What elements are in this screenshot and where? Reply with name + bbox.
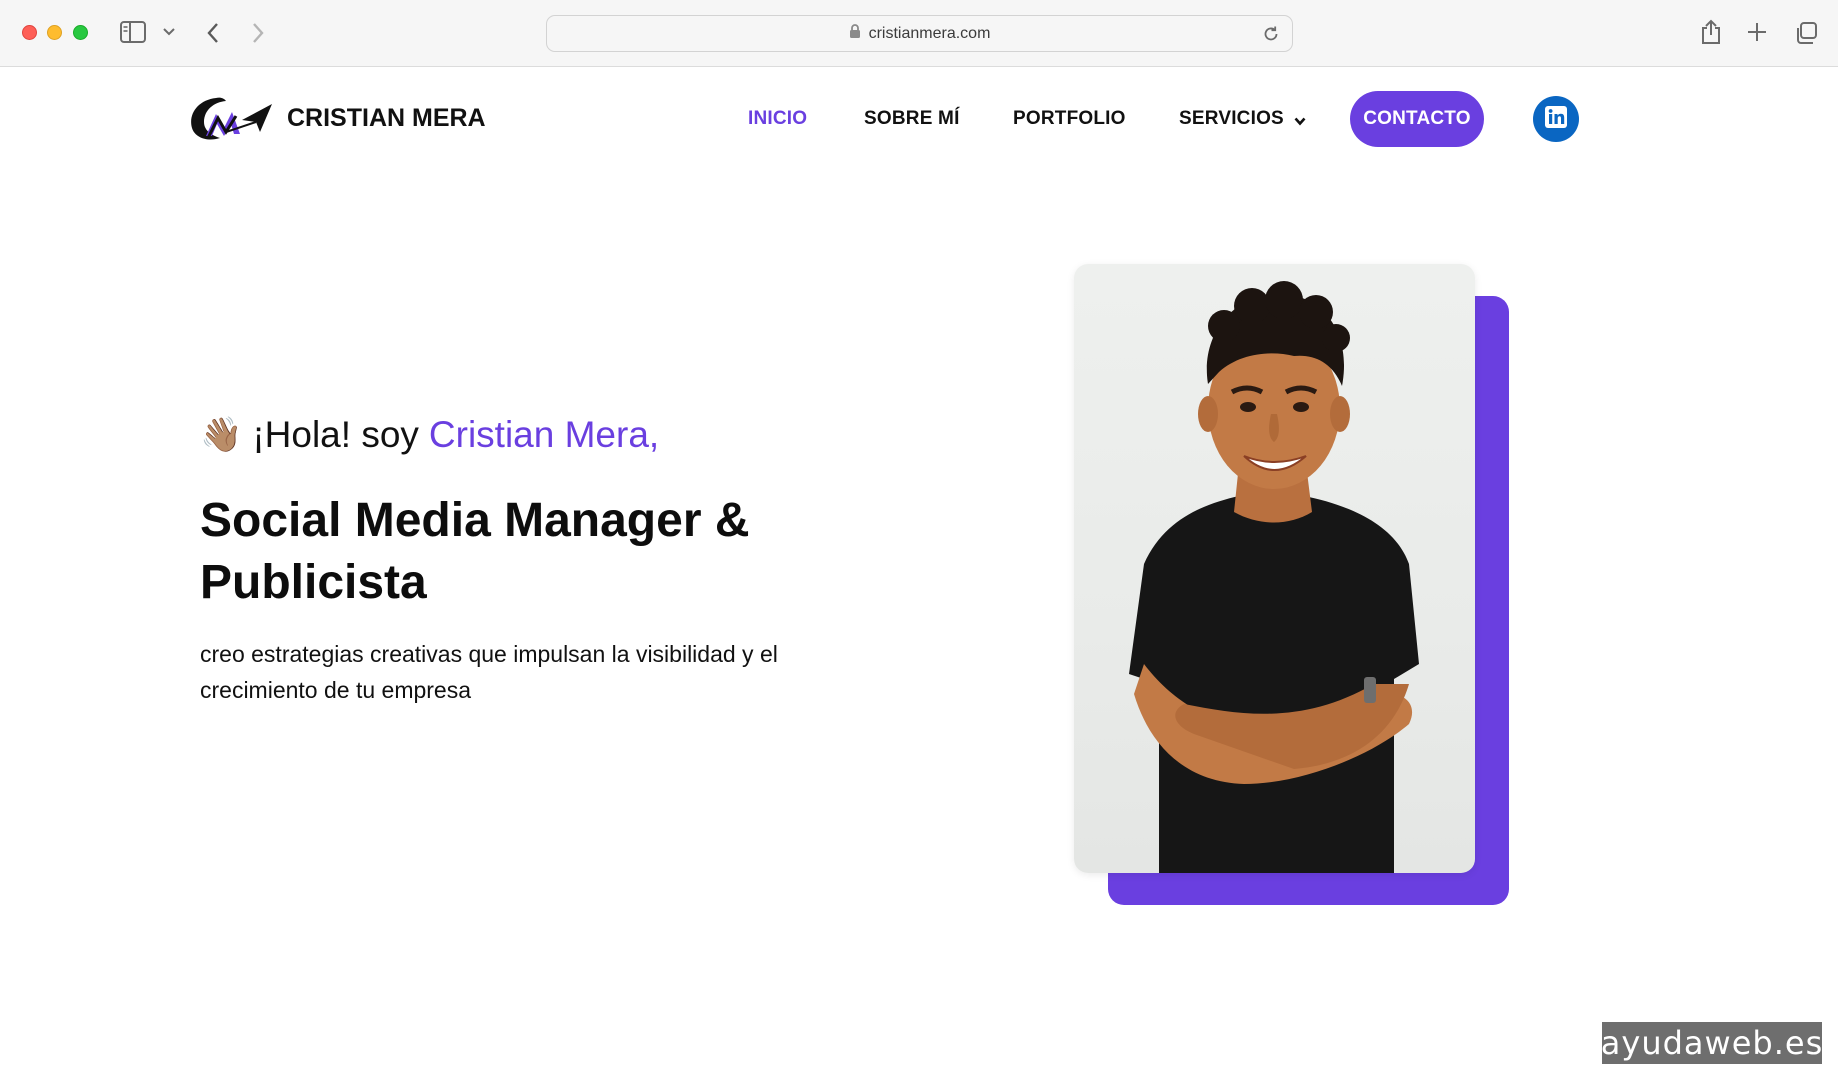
portrait-photo <box>1074 264 1475 873</box>
sidebar-toggle-icon[interactable] <box>120 21 146 43</box>
hero-subtitle: creo estrategias creativas que impulsan … <box>200 641 778 703</box>
tab-overview-icon[interactable] <box>1794 21 1818 45</box>
linkedin-icon <box>1545 105 1567 133</box>
watermark: ayudaweb.es <box>1600 1022 1824 1064</box>
nav-inicio[interactable]: INICIO <box>748 108 807 130</box>
nav-servicios[interactable]: SERVICIOS <box>1179 108 1284 130</box>
hero-headline: Social Media Manager & Publicista <box>200 494 750 609</box>
back-arrow-icon[interactable] <box>206 22 220 44</box>
chevron-down-icon[interactable] <box>163 28 175 36</box>
url-text: cristianmera.com <box>868 24 991 42</box>
new-tab-icon[interactable] <box>1747 22 1767 42</box>
greeting-prefix: ¡Hola! soy <box>252 414 419 455</box>
nav-sobre-mi[interactable]: SOBRE MÍ <box>864 108 960 130</box>
brand-logo-icon[interactable] <box>186 92 274 149</box>
close-window-button[interactable] <box>22 25 37 40</box>
reload-icon[interactable] <box>1262 25 1280 48</box>
lock-icon <box>849 23 861 44</box>
nav-portfolio[interactable]: PORTFOLIO <box>1013 108 1126 130</box>
minimize-window-button[interactable] <box>47 25 62 40</box>
waving-hand-icon: 👋🏽 <box>200 416 243 454</box>
hero-greeting: 👋🏽 ¡Hola! soy Cristian Mera, <box>200 414 659 456</box>
linkedin-button[interactable] <box>1533 96 1579 142</box>
forward-arrow-icon[interactable] <box>251 22 265 44</box>
chevron-down-icon[interactable] <box>1294 113 1306 131</box>
maximize-window-button[interactable] <box>73 25 88 40</box>
share-icon[interactable] <box>1700 19 1722 45</box>
address-bar[interactable]: cristianmera.com <box>546 15 1293 52</box>
brand-name[interactable]: CRISTIAN MERA <box>287 104 486 133</box>
browser-toolbar: cristianmera.com <box>0 0 1838 67</box>
greeting-name: Cristian Mera, <box>428 414 660 455</box>
contact-button[interactable]: CONTACTO <box>1350 91 1484 147</box>
